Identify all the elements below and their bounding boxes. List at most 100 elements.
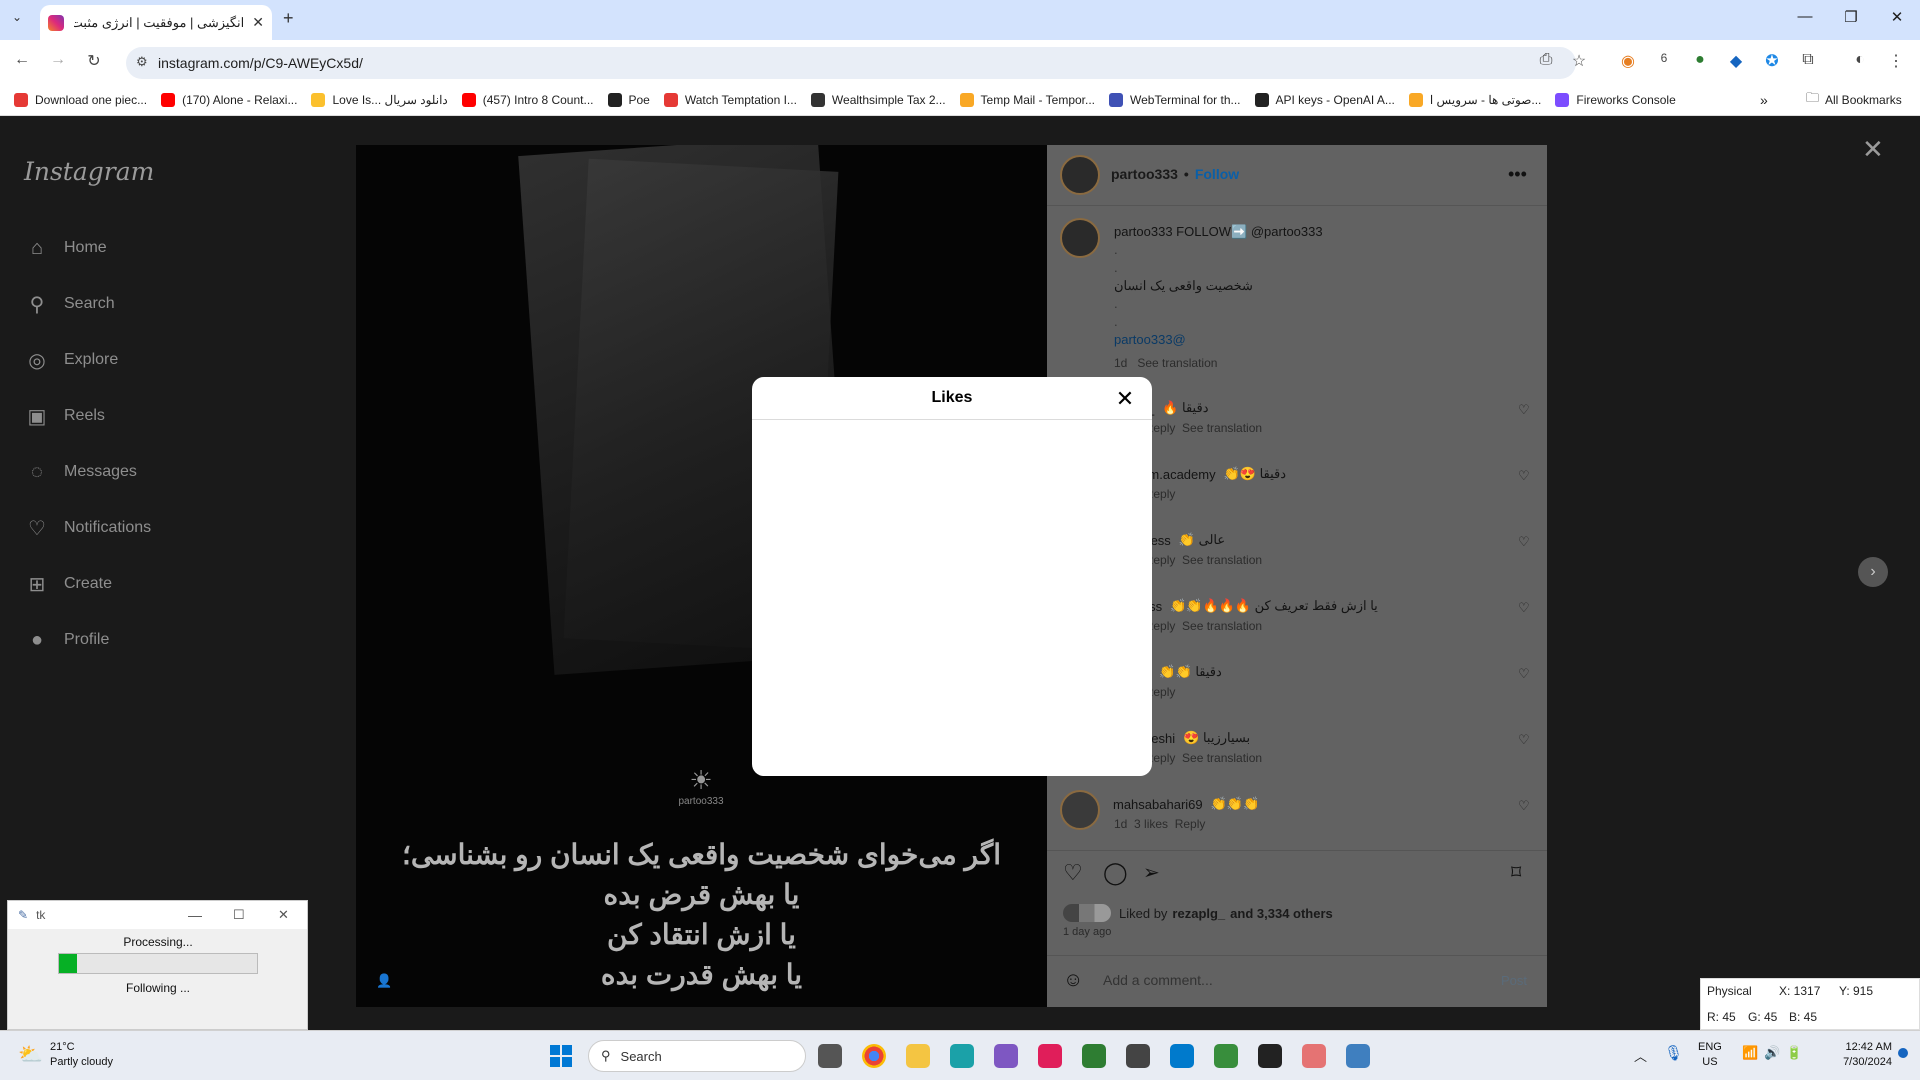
post-comment-button[interactable]: Post bbox=[1501, 973, 1527, 988]
comment-like-icon[interactable]: ♡ bbox=[1518, 534, 1530, 550]
comment-avatar[interactable] bbox=[1060, 790, 1100, 830]
forward-icon[interactable]: → bbox=[46, 51, 70, 69]
bookmark-item[interactable]: Download one piec... bbox=[14, 92, 147, 107]
next-post-icon[interactable]: › bbox=[1858, 557, 1888, 587]
bookmark-item[interactable]: API keys - OpenAI A... bbox=[1254, 92, 1395, 107]
caption-avatar[interactable] bbox=[1060, 218, 1100, 258]
comment-like-icon[interactable]: ♡ bbox=[1518, 666, 1530, 682]
new-tab-button[interactable]: + bbox=[283, 8, 294, 29]
meet-app-icon[interactable] bbox=[1082, 1044, 1106, 1068]
author-username[interactable]: partoo333 bbox=[1111, 166, 1178, 182]
bookmark-item[interactable]: (170) Alone - Relaxi... bbox=[161, 92, 297, 107]
slack-app-icon[interactable] bbox=[1038, 1044, 1062, 1068]
extension-gear-icon[interactable]: ✪ bbox=[1760, 51, 1784, 71]
sidebar-item-search[interactable]: ⚲ Search bbox=[24, 289, 115, 319]
close-window-button[interactable]: ✕ bbox=[1874, 8, 1920, 26]
liked-by-user[interactable]: rezaplg_ bbox=[1172, 906, 1225, 921]
tk-titlebar[interactable]: ✎ tk — ☐ ✕ bbox=[8, 901, 307, 929]
python-app-icon[interactable] bbox=[1346, 1044, 1370, 1068]
bookmark-item[interactable]: Temp Mail - Tempor... bbox=[959, 92, 1095, 107]
wifi-icon[interactable]: 📶 bbox=[1742, 1045, 1758, 1061]
install-app-icon[interactable]: ⎙ bbox=[1534, 51, 1558, 69]
clock-app-icon[interactable] bbox=[1126, 1044, 1150, 1068]
liker-avatars[interactable] bbox=[1063, 904, 1111, 922]
clock[interactable]: 12:42 AM 7/30/2024 bbox=[1822, 1040, 1892, 1070]
extension-badge[interactable]: 6 bbox=[1652, 51, 1676, 65]
emoji-picker-icon[interactable]: ☺ bbox=[1063, 969, 1083, 992]
tray-overflow-icon[interactable]: ︿ bbox=[1634, 1046, 1647, 1065]
notification-dot[interactable] bbox=[1898, 1048, 1908, 1058]
sidebar-item-create[interactable]: ⊞ Create bbox=[24, 569, 112, 599]
caption-mention[interactable]: partoo333@ bbox=[1114, 331, 1323, 349]
address-bar[interactable]: ⚙ instagram.com/p/C9-AWEyCx5d/ bbox=[126, 47, 1576, 79]
sidebar-item-reels[interactable]: ▣ Reels bbox=[24, 401, 105, 431]
chrome-app-icon[interactable] bbox=[862, 1044, 886, 1068]
file-explorer-icon[interactable] bbox=[906, 1044, 930, 1068]
close-post-icon[interactable]: ✕ bbox=[1862, 134, 1884, 165]
tk-close-button[interactable]: ✕ bbox=[278, 907, 289, 923]
comment-like-icon[interactable]: ♡ bbox=[1518, 798, 1530, 814]
profile-avatar-icon[interactable]: ◐ bbox=[1848, 51, 1872, 69]
close-tab-icon[interactable]: ✕ bbox=[252, 14, 264, 31]
more-bookmarks-icon[interactable]: » bbox=[1760, 92, 1768, 108]
sidebar-item-explore[interactable]: ◎ Explore bbox=[24, 345, 118, 375]
battery-icon[interactable]: 🔋 bbox=[1786, 1045, 1802, 1061]
comment-meta[interactable]: 1d 3 likes Reply bbox=[1114, 817, 1205, 831]
tk-minimize-button[interactable]: — bbox=[188, 907, 202, 923]
tab-search-icon[interactable]: ⌄ bbox=[12, 10, 22, 24]
tab-instagram[interactable]: انگیزشی | موفقیت | انرژی مثبت (: ✕ bbox=[40, 5, 272, 40]
comment-like-icon[interactable]: ♡ bbox=[1518, 468, 1530, 484]
all-bookmarks-folder[interactable]: 🗀 All Bookmarks bbox=[1806, 89, 1902, 111]
extension-icon[interactable]: ◉ bbox=[1616, 51, 1640, 71]
like-heart-icon[interactable]: ♡ bbox=[1063, 860, 1083, 886]
save-bookmark-icon[interactable]: ⌑ bbox=[1511, 860, 1521, 885]
sidebar-item-notifications[interactable]: ♡ Notifications bbox=[24, 513, 151, 543]
start-button[interactable] bbox=[550, 1045, 572, 1067]
bookmark-item[interactable]: (457) Intro 8 Count... bbox=[461, 92, 594, 107]
restore-button[interactable]: ❐ bbox=[1828, 8, 1874, 26]
likes-list[interactable] bbox=[752, 421, 1152, 776]
reload-icon[interactable]: ↻ bbox=[82, 51, 106, 71]
language-indicator[interactable]: ENG US bbox=[1698, 1040, 1722, 1070]
comment-bubble-icon[interactable]: ◯ bbox=[1103, 860, 1128, 886]
task-view-icon[interactable] bbox=[818, 1044, 842, 1068]
share-send-icon[interactable]: ➢ bbox=[1143, 860, 1160, 885]
close-dialog-icon[interactable]: ✕ bbox=[1112, 386, 1138, 412]
instagram-logo[interactable]: Instagram bbox=[24, 157, 154, 186]
more-options-icon[interactable]: ••• bbox=[1508, 164, 1527, 185]
menu-dots-icon[interactable]: ⋮ bbox=[1884, 51, 1908, 71]
tk-maximize-button[interactable]: ☐ bbox=[233, 907, 245, 923]
bookmark-item[interactable]: صوتی ها - سرویس ا... bbox=[1408, 92, 1541, 107]
minimize-button[interactable]: — bbox=[1782, 8, 1828, 25]
extension-globe-icon[interactable]: ● bbox=[1688, 51, 1712, 69]
weather-widget[interactable]: 21°C Partly cloudy bbox=[50, 1040, 113, 1070]
extensions-puzzle-icon[interactable]: ⧉ bbox=[1796, 51, 1820, 69]
eye-app-icon[interactable] bbox=[950, 1044, 974, 1068]
vpn-app-icon[interactable] bbox=[994, 1044, 1018, 1068]
bookmark-item[interactable]: Wealthsimple Tax 2... bbox=[810, 92, 946, 107]
sidebar-item-profile[interactable]: ● Profile bbox=[24, 625, 109, 655]
bookmark-item[interactable]: WebTerminal for th... bbox=[1109, 92, 1241, 107]
network-app-icon[interactable] bbox=[1214, 1044, 1238, 1068]
sidebar-item-home[interactable]: ⌂ Home bbox=[24, 233, 107, 263]
sidebar-item-messages[interactable]: ◌ Messages bbox=[24, 457, 137, 487]
author-avatar[interactable] bbox=[1060, 155, 1100, 195]
comment-input[interactable]: Add a comment... bbox=[1103, 972, 1483, 992]
comment-like-icon[interactable]: ♡ bbox=[1518, 732, 1530, 748]
tagged-user-icon[interactable]: 👤 bbox=[376, 973, 392, 989]
bookmark-item[interactable]: Watch Temptation I... bbox=[663, 92, 797, 107]
liked-by-others[interactable]: and 3,334 others bbox=[1230, 906, 1333, 921]
site-info-icon[interactable]: ⚙ bbox=[136, 54, 148, 70]
comment-username[interactable]: mahsabahari69 bbox=[1113, 797, 1203, 812]
bookmark-item[interactable]: Poe bbox=[607, 92, 650, 107]
cursor-app-icon[interactable] bbox=[1258, 1044, 1282, 1068]
comment-like-icon[interactable]: ♡ bbox=[1518, 600, 1530, 616]
follow-button[interactable]: Follow bbox=[1195, 166, 1239, 182]
weather-icon[interactable]: ⛅ bbox=[18, 1042, 43, 1067]
vscode-app-icon[interactable] bbox=[1170, 1044, 1194, 1068]
microphone-icon[interactable]: 🎙 bbox=[1664, 1044, 1683, 1062]
see-translation-link[interactable]: See translation bbox=[1137, 356, 1217, 370]
bookmark-star-icon[interactable]: ☆ bbox=[1567, 51, 1591, 71]
volume-icon[interactable]: 🔊 bbox=[1764, 1045, 1780, 1061]
back-icon[interactable]: ← bbox=[10, 51, 34, 69]
